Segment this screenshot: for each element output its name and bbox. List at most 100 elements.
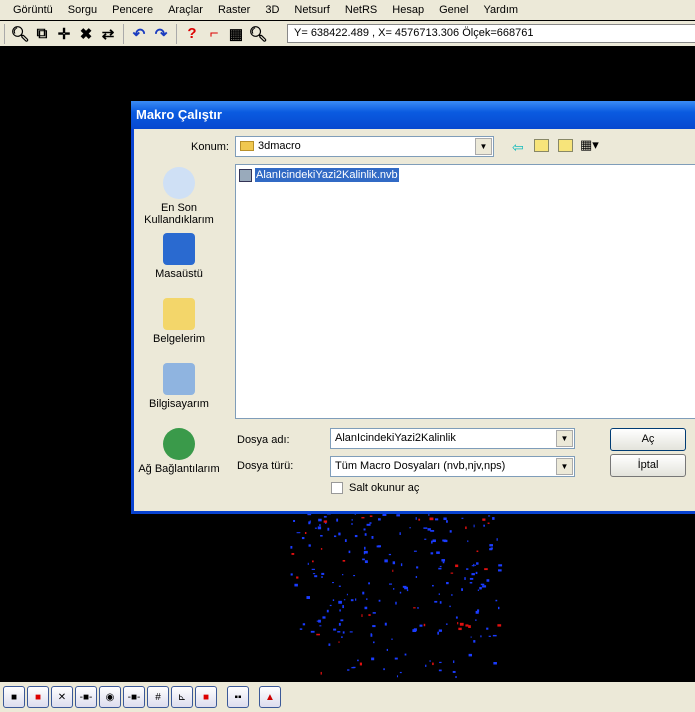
axis-icon[interactable]: ⊾ [171, 686, 193, 708]
up-folder-icon[interactable] [534, 139, 549, 152]
menu-raster[interactable]: Raster [218, 4, 250, 16]
place-documents[interactable]: Belgelerim [134, 298, 224, 345]
filename-value: AlanIcindekiYazi2Kalinlik [335, 432, 456, 444]
place-recent[interactable]: En Son Kullandıklarım [134, 167, 224, 226]
map-feature [432, 584, 434, 587]
map-feature [363, 528, 366, 531]
map-feature [430, 552, 434, 555]
map-feature [450, 572, 454, 574]
place-computer[interactable]: Bilgisayarım [134, 363, 224, 410]
redo-icon[interactable]: ↷ [150, 23, 172, 45]
snap-center-icon[interactable]: ◉ [99, 686, 121, 708]
map-feature [469, 582, 473, 584]
windows-icon[interactable]: ⧉ [31, 23, 53, 45]
map-feature [338, 641, 340, 643]
snap-off-icon[interactable]: ■ [195, 686, 217, 708]
map-feature [388, 583, 393, 585]
snap-midpoint-icon[interactable]: -■- [75, 686, 97, 708]
menu-hesap[interactable]: Hesap [392, 4, 424, 16]
menu-genel[interactable]: Genel [439, 4, 468, 16]
pan-icon[interactable]: ✛ [53, 23, 75, 45]
map-feature [473, 524, 475, 528]
map-feature [320, 671, 322, 675]
map-feature [399, 532, 401, 535]
menu-pencere[interactable]: Pencere [112, 4, 153, 16]
new-folder-icon[interactable] [558, 139, 573, 152]
polyline-icon[interactable]: ⌐ [203, 23, 225, 45]
view-menu-icon[interactable]: ▦▾ [580, 137, 599, 153]
map-feature [291, 553, 295, 555]
desktop-icon [163, 233, 195, 265]
map-feature [394, 657, 398, 660]
open-button[interactable]: Aç [610, 428, 686, 451]
menu-3d[interactable]: 3D [265, 4, 279, 16]
map-feature [442, 539, 447, 542]
map-feature [392, 561, 396, 565]
map-feature [342, 631, 345, 634]
map-feature [438, 567, 442, 570]
query-icon[interactable]: 🔍︎ [247, 23, 269, 45]
map-feature [342, 573, 344, 576]
map-feature [498, 564, 503, 567]
menu-netrs[interactable]: NetRS [345, 4, 377, 16]
map-feature [476, 562, 479, 565]
zoom-window-icon[interactable]: 🔍︎ [9, 23, 31, 45]
map-feature [468, 625, 471, 628]
map-feature [457, 622, 459, 625]
map-feature [343, 599, 346, 601]
map-feature [404, 586, 408, 590]
menu-yardim[interactable]: Yardım [483, 4, 518, 16]
cancel-button[interactable]: İptal [610, 454, 686, 477]
map-feature [339, 609, 341, 612]
map-feature [391, 638, 393, 640]
undo-icon[interactable]: ↶ [128, 23, 150, 45]
calculator-icon[interactable]: ▦ [225, 23, 247, 45]
map-feature [451, 594, 453, 596]
filetype-select[interactable]: Tüm Macro Dosyaları (nvb,njv,nps) ▼ [330, 456, 575, 477]
chevron-down-icon[interactable]: ▼ [556, 458, 573, 475]
snap-point-icon[interactable]: ■ [3, 686, 25, 708]
grid-icon[interactable]: # [147, 686, 169, 708]
map-feature [371, 657, 375, 661]
map-feature [434, 600, 438, 603]
map-feature [436, 551, 440, 554]
computer-icon [163, 363, 195, 395]
snap-settings-icon[interactable]: ▪▪ [227, 686, 249, 708]
chevron-down-icon[interactable]: ▼ [556, 430, 573, 447]
map-feature [470, 636, 472, 638]
snap-endpoint-icon[interactable]: ■ [27, 686, 49, 708]
map-feature [348, 550, 351, 554]
location-combo[interactable]: 3dmacro ▼ [235, 136, 494, 157]
file-item[interactable]: AlanIcindekiYazi2Kalinlik.nvb [239, 168, 399, 182]
back-icon[interactable]: ⇦ [512, 139, 524, 156]
place-network[interactable]: Ağ Bağlantılarım [134, 428, 224, 475]
place-desktop[interactable]: Masaüstü [134, 233, 224, 280]
map-feature [449, 605, 451, 608]
checkbox-box[interactable] [331, 482, 343, 494]
map-feature [328, 643, 331, 646]
map-feature [344, 539, 347, 542]
filename-input[interactable]: AlanIcindekiYazi2Kalinlik ▼ [330, 428, 575, 449]
map-feature [321, 572, 325, 575]
triangle-icon[interactable]: ▲ [259, 686, 281, 708]
map-feature [493, 662, 497, 665]
menu-araclar[interactable]: Araçlar [168, 4, 203, 16]
menu-goruntu[interactable]: Görüntü [13, 4, 53, 16]
chevron-down-icon[interactable]: ▼ [475, 138, 492, 155]
open-macro-dialog: Makro Çalıştır Konum: 3dmacro ▼ ⇦ ▦▾ En … [131, 101, 695, 514]
menu-sorgu[interactable]: Sorgu [68, 4, 97, 16]
map-feature [361, 614, 363, 617]
help-icon[interactable]: ? [181, 23, 203, 45]
location-label: Konum: [191, 141, 229, 153]
readonly-checkbox[interactable]: Salt okunur aç [331, 482, 419, 494]
map-feature [495, 599, 498, 602]
snap-intersection-icon[interactable]: ✕ [51, 686, 73, 708]
map-feature [369, 515, 373, 517]
swap-icon[interactable]: ⇄ [97, 23, 119, 45]
menu-netsurf[interactable]: Netsurf [294, 4, 329, 16]
map-feature [400, 563, 403, 567]
file-list[interactable]: AlanIcindekiYazi2Kalinlik.nvb [235, 164, 695, 419]
delete-icon[interactable]: ✖ [75, 23, 97, 45]
snap-nearest-icon[interactable]: -■- [123, 686, 145, 708]
map-feature [482, 585, 487, 588]
